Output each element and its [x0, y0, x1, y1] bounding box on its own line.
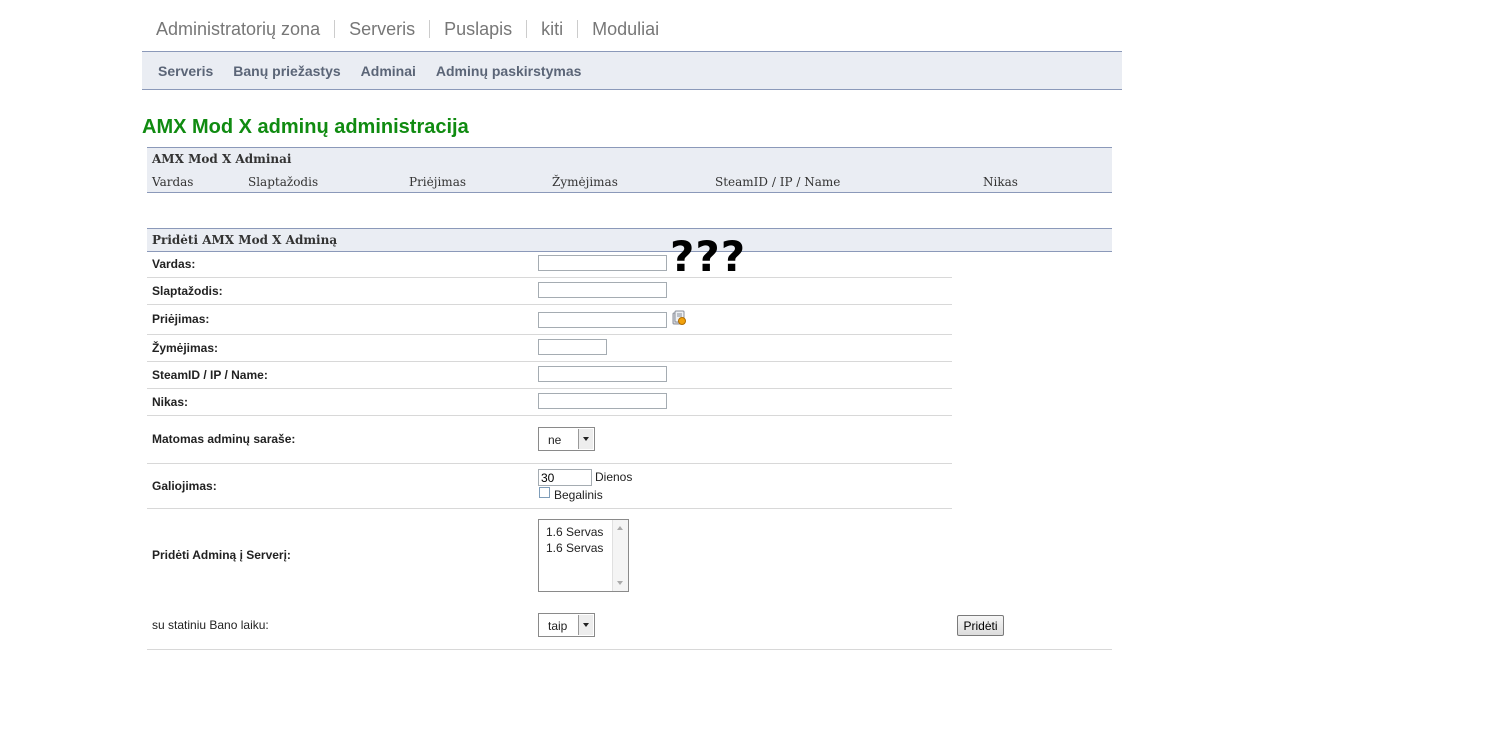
flags-input[interactable]	[538, 339, 607, 355]
top-nav-modules[interactable]: Moduliai	[577, 20, 673, 38]
expiry-days-input[interactable]	[538, 469, 592, 486]
access-label: Priėjimas:	[152, 312, 210, 326]
top-nav-other[interactable]: kiti	[526, 20, 577, 38]
listbox-scrollbar[interactable]	[612, 520, 628, 591]
add-admin-caption: Pridėti AMX Mod X Adminą	[152, 233, 338, 247]
column-header-access: Priėjimas	[409, 175, 466, 189]
sub-navigation: Serveris Banų priežastys Adminai Adminų …	[142, 51, 1122, 90]
servers-label: Pridėti Adminą į Serverį:	[152, 548, 291, 562]
expiry-days-unit: Dienos	[595, 470, 633, 484]
unlimited-label: Begalinis	[554, 488, 603, 502]
static-ban-value: taip	[548, 619, 568, 633]
add-admin-submit-button[interactable]: Pridėti	[957, 615, 1004, 636]
top-navigation: Administratorių zona Serveris Puslapis k…	[142, 16, 673, 42]
sub-nav-ban-reasons[interactable]: Banų priežastys	[223, 63, 350, 79]
nick-input[interactable]	[538, 393, 667, 409]
admin-list-caption: AMX Mod X Adminai	[152, 152, 292, 166]
access-input[interactable]	[538, 312, 667, 328]
top-nav-server[interactable]: Serveris	[334, 20, 429, 38]
top-nav-admin-zone[interactable]: Administratorių zona	[142, 20, 334, 38]
password-input[interactable]	[538, 282, 667, 298]
steamid-input[interactable]	[538, 366, 667, 382]
server-option[interactable]: 1.6 Servas	[546, 541, 603, 555]
expiry-label: Galiojimas:	[152, 479, 217, 493]
static-ban-select[interactable]: taip	[538, 613, 595, 637]
visible-in-list-select[interactable]: ne	[538, 427, 595, 451]
top-nav-page[interactable]: Puslapis	[429, 20, 526, 38]
steamid-label: SteamID / IP / Name:	[152, 368, 268, 382]
column-header-password: Slaptažodis	[248, 175, 319, 189]
visible-in-list-label: Matomas adminų saraše:	[152, 432, 296, 446]
flags-label: Žymėjimas:	[152, 341, 219, 355]
name-input[interactable]	[538, 255, 667, 271]
nick-label: Nikas:	[152, 395, 189, 409]
column-header-nick: Nikas	[983, 175, 1018, 189]
column-header-steamid: SteamID / IP / Name	[715, 175, 841, 189]
chevron-down-icon[interactable]	[578, 429, 593, 449]
scroll-down-icon[interactable]	[617, 581, 623, 585]
scroll-up-icon[interactable]	[617, 526, 623, 530]
add-admin-header: Pridėti AMX Mod X Adminą	[147, 228, 1112, 252]
access-flags-picker-icon[interactable]	[671, 310, 687, 326]
sub-nav-admin-distribution[interactable]: Adminų paskirstymas	[426, 63, 592, 79]
static-ban-label: su statiniu Bano laiku:	[152, 618, 269, 632]
password-label: Slaptažodis:	[152, 284, 223, 298]
page-title: AMX Mod X adminų administracija	[142, 116, 469, 138]
sub-nav-server[interactable]: Serveris	[142, 63, 223, 79]
admin-list-header: AMX Mod X Adminai Vardas Slaptažodis Pri…	[147, 147, 1112, 193]
column-header-flags: Žymėjimas	[552, 175, 618, 189]
servers-listbox[interactable]: 1.6 Servas 1.6 Servas	[538, 519, 629, 592]
name-label: Vardas:	[152, 257, 196, 271]
server-option[interactable]: 1.6 Servas	[546, 525, 603, 539]
visible-in-list-value: ne	[548, 433, 562, 447]
chevron-down-icon[interactable]	[578, 615, 593, 635]
column-header-name: Vardas	[152, 175, 194, 189]
sub-nav-admins[interactable]: Adminai	[351, 63, 426, 79]
unlimited-checkbox[interactable]	[539, 487, 550, 498]
